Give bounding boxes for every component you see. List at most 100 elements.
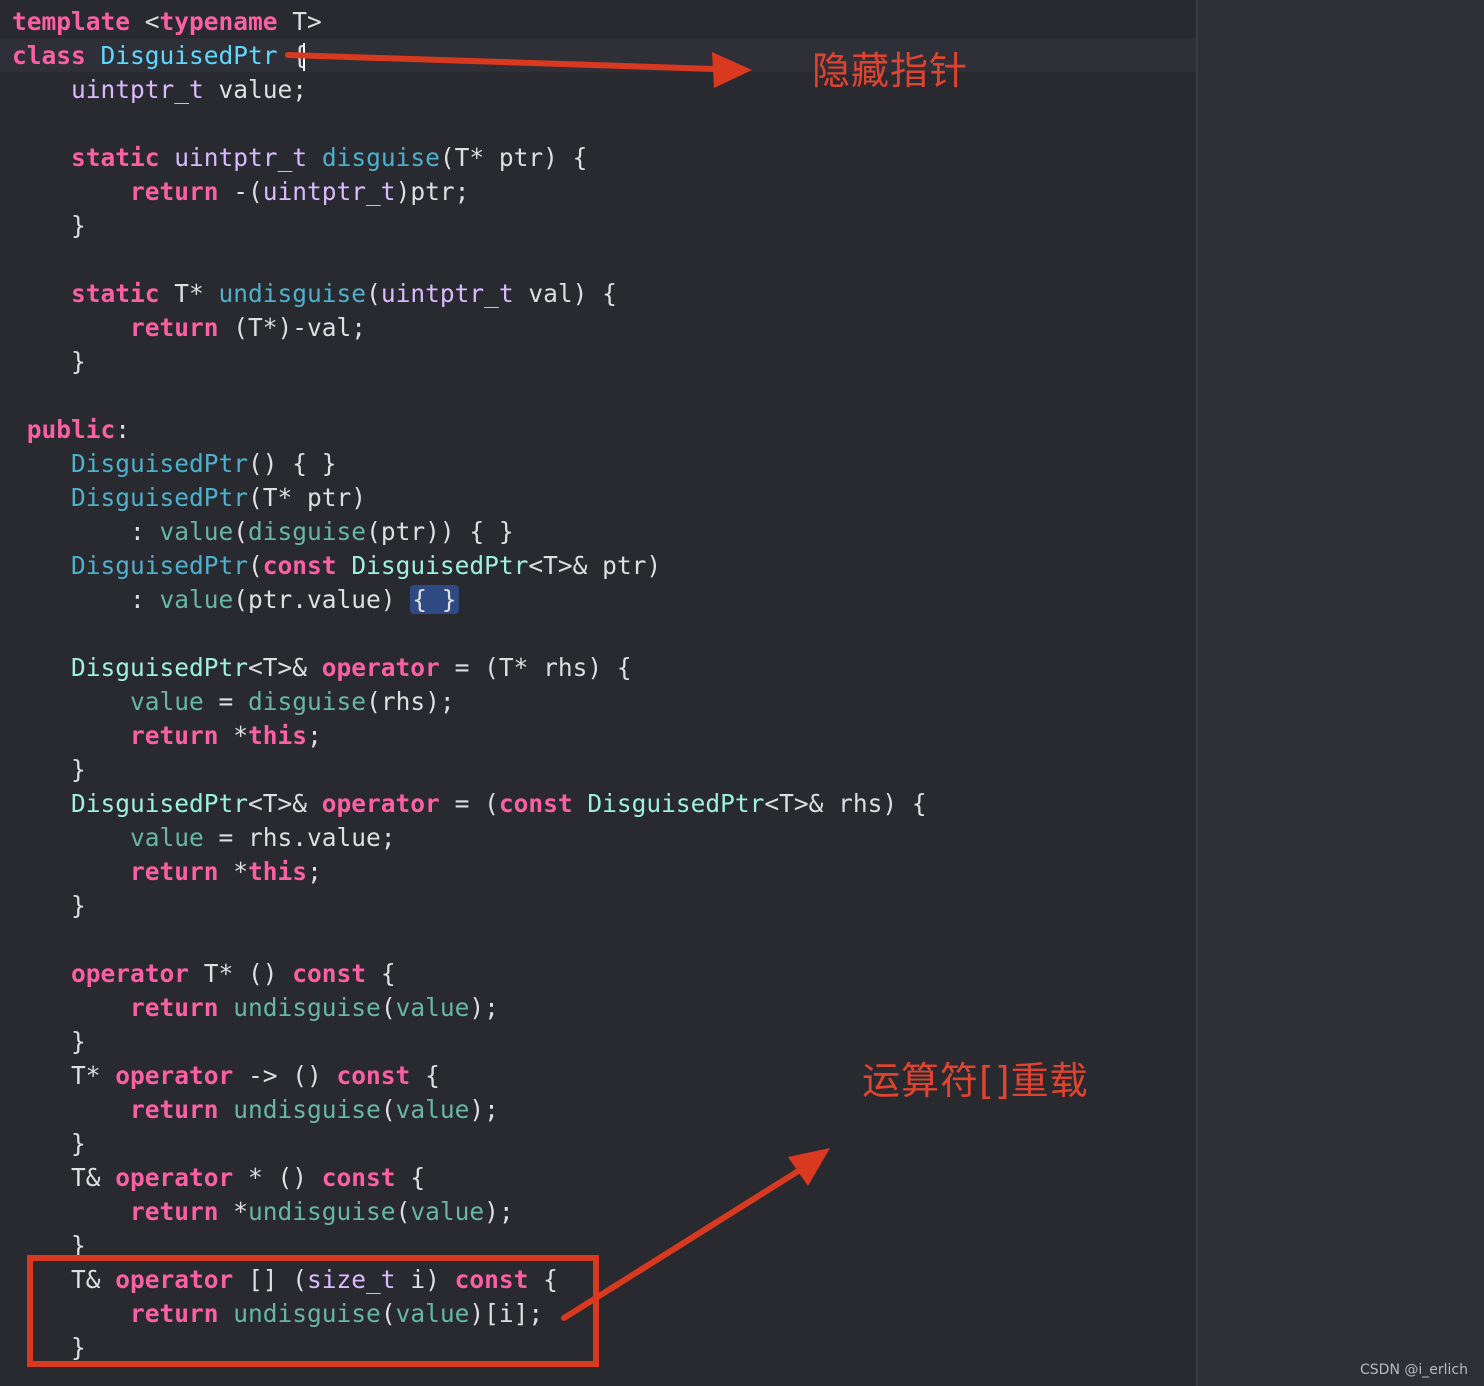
code-token: static [71,279,160,308]
code-line[interactable]: value = disguise(rhs); [12,685,455,719]
code-token: public [26,415,116,444]
code-line[interactable]: return undisguise(value); [12,991,499,1025]
code-line[interactable]: } [12,1025,86,1059]
code-token: : [12,517,160,546]
code-token: (ptr)) { } [366,517,514,546]
code-token: undisguise [233,1299,381,1328]
code-line[interactable]: operator T* () const { [12,957,396,991]
code-line[interactable]: } [12,753,86,787]
code-token: return [130,177,219,206]
code-line[interactable]: DisguisedPtr<T>& operator = (const Disgu… [12,787,927,821]
code-token: } [12,891,86,920]
code-token: = rhs.value; [203,823,396,852]
code-token: value [130,687,204,716]
code-line[interactable]: } [12,1127,86,1161]
code-line[interactable]: class DisguisedPtr { [12,39,307,73]
code-token: T& [12,1265,116,1294]
code-token: value [395,993,470,1022]
code-token: return [130,993,219,1022]
code-line[interactable]: public: [12,413,130,447]
code-line[interactable]: return *undisguise(value); [12,1195,514,1229]
code-line[interactable]: return undisguise(value)[i]; [12,1297,543,1331]
code-line[interactable]: } [12,1331,86,1365]
code-token: (T* ptr) { [439,143,588,172]
code-token: { [366,959,396,988]
code-line[interactable]: value = rhs.value; [12,821,396,855]
code-token: value [395,1299,470,1328]
code-token: } [12,1129,86,1158]
code-token: DisguisedPtr [71,449,249,478]
code-token: disguise [321,143,440,172]
code-line[interactable]: DisguisedPtr() { } [12,447,337,481]
code-line[interactable]: DisguisedPtr(const DisguisedPtr<T>& ptr) [12,549,661,583]
code-token: (T* ptr) [248,483,367,512]
code-line[interactable]: return undisguise(value); [12,1093,499,1127]
code-token: < [130,7,160,36]
code-line[interactable]: DisguisedPtr(T* ptr) [12,481,366,515]
code-token: undisguise [248,1197,396,1226]
code-token: return [130,313,219,342]
code-token: (T*)-val; [218,313,367,342]
code-token: ( [248,551,263,580]
code-line[interactable]: return -(uintptr_t)ptr; [12,175,469,209]
side-pane [1198,0,1484,1386]
code-editor[interactable]: template <typename T> class DisguisedPtr … [0,0,1484,1386]
code-token: operator [71,959,190,988]
code-line[interactable]: } [12,889,86,923]
code-token: typename [159,7,278,36]
code-token: return [130,1197,219,1226]
annotation-hide-pointer: 隐藏指针 [812,49,969,93]
code-token: const [454,1265,529,1294]
code-token: this [248,857,308,886]
code-token: static [71,143,160,172]
code-token: } [12,211,86,240]
code-token: disguise [248,517,367,546]
code-token: { } [410,585,459,614]
code-token: operator [115,1265,234,1294]
code-line[interactable]: T& operator * () const { [12,1161,425,1195]
code-token: } [12,755,86,784]
code-line[interactable]: static T* undisguise(uintptr_t val) { [12,277,617,311]
code-token: DisguisedPtr [71,483,249,512]
code-line[interactable]: T& operator [] (size_t i) const { [12,1263,558,1297]
code-line[interactable]: } [12,209,86,243]
code-token: DisguisedPtr [351,551,529,580]
code-token: ; [307,857,322,886]
code-line[interactable]: T* operator -> () const { [12,1059,440,1093]
code-token: <T>& ptr) [528,551,662,580]
code-token: ( [380,1095,396,1124]
code-token: = ( [439,789,499,818]
code-line[interactable]: return (T*)-val; [12,311,366,345]
code-token: -( [218,177,263,206]
code-token: uintptr_t [174,143,308,172]
code-token: () { } [248,449,337,478]
code-token: template [12,7,131,36]
code-line[interactable]: template <typename T> [12,5,322,39]
code-line[interactable]: } [12,1229,86,1263]
code-token: [] ( [233,1265,308,1294]
code-line[interactable]: static uintptr_t disguise(T* ptr) { [12,141,587,175]
code-token: value [159,517,234,546]
code-token: operator [115,1163,234,1192]
code-line[interactable]: } [12,345,86,379]
code-token: * () [233,1163,322,1192]
code-token: undisguise [233,1095,381,1124]
code-line[interactable]: : value(disguise(ptr)) { } [12,515,514,549]
code-token: undisguise [218,279,367,308]
code-token: const [336,1061,411,1090]
code-line[interactable]: uintptr_t value; [12,73,307,107]
code-line[interactable]: return *this; [12,855,322,889]
code-token: <T>& [248,653,322,682]
code-token: return [130,1095,219,1124]
code-token: ); [484,1197,514,1226]
code-line[interactable]: return *this; [12,719,322,753]
code-line[interactable]: DisguisedPtr<T>& operator = (T* rhs) { [12,651,632,685]
code-line[interactable]: : value(ptr.value) { } [12,583,459,617]
code-token: } [12,1333,86,1362]
